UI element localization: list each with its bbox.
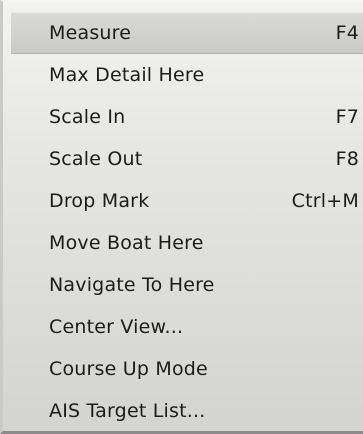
- menu-item-shortcut: F7: [335, 106, 359, 128]
- menu-item-shortcut: F4: [335, 22, 359, 44]
- menu-item-navigate-to-here[interactable]: Navigate To Here: [11, 264, 363, 306]
- menu-item-label: Course Up Mode: [49, 358, 208, 380]
- menu-item-scale-out[interactable]: Scale Out F8: [11, 138, 363, 180]
- menu-item-shortcut: F8: [335, 148, 359, 170]
- menu-item-drop-mark[interactable]: Drop Mark Ctrl+M: [11, 180, 363, 222]
- context-menu-list: Measure F4 Max Detail Here Scale In F7 S…: [11, 12, 363, 432]
- menu-item-label: Scale Out: [49, 148, 143, 170]
- menu-item-label: Move Boat Here: [49, 232, 204, 254]
- menu-item-course-up-mode[interactable]: Course Up Mode: [11, 348, 363, 390]
- menu-item-label: Center View...: [49, 316, 184, 338]
- menu-item-center-view[interactable]: Center View...: [11, 306, 363, 348]
- menu-item-label: Navigate To Here: [49, 274, 215, 296]
- menu-item-ais-target-list[interactable]: AIS Target List...: [11, 390, 363, 432]
- menu-item-max-detail-here[interactable]: Max Detail Here: [11, 54, 363, 96]
- menu-item-label: Measure: [49, 22, 132, 44]
- menu-item-move-boat-here[interactable]: Move Boat Here: [11, 222, 363, 264]
- menu-item-label: Scale In: [49, 106, 126, 128]
- menu-item-shortcut: Ctrl+M: [291, 190, 359, 212]
- menu-item-label: AIS Target List...: [49, 400, 206, 422]
- context-menu: Measure F4 Max Detail Here Scale In F7 S…: [0, 0, 363, 434]
- menu-item-label: Drop Mark: [49, 190, 150, 212]
- menu-item-measure[interactable]: Measure F4: [11, 12, 363, 54]
- menu-item-label: Max Detail Here: [49, 64, 205, 86]
- menu-item-scale-in[interactable]: Scale In F7: [11, 96, 363, 138]
